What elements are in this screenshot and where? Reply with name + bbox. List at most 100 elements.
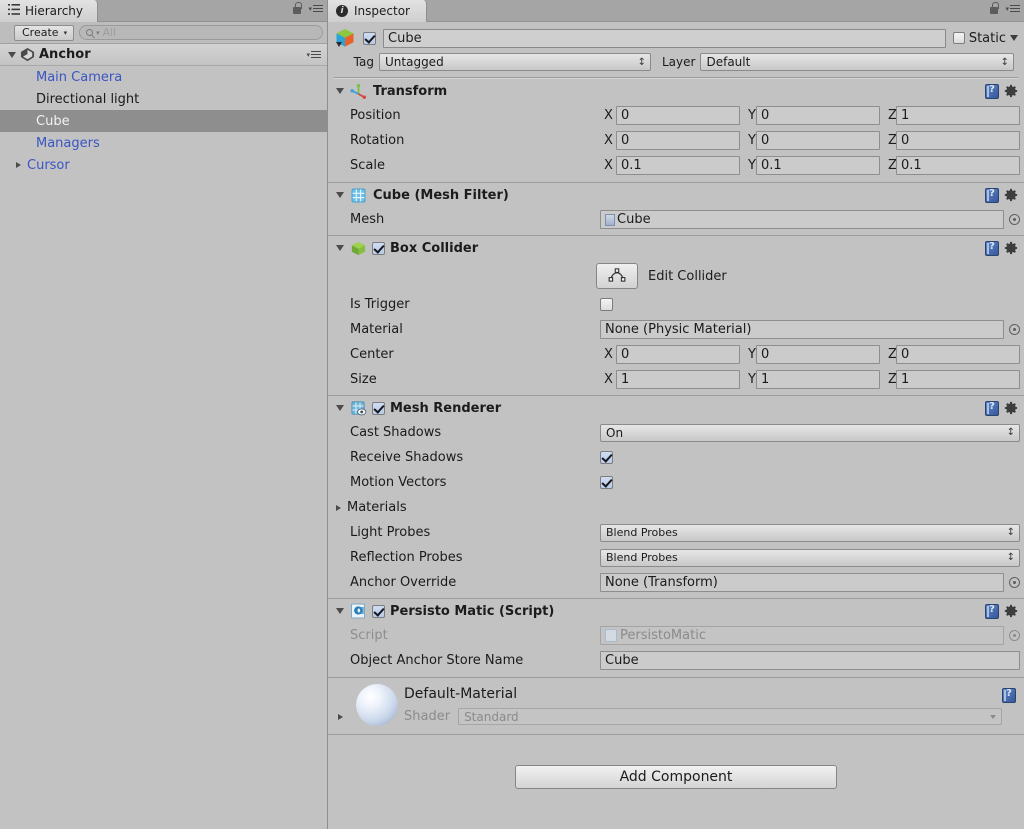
create-button[interactable]: Create ▾ — [14, 24, 75, 41]
search-placeholder: All — [102, 26, 117, 39]
help-book-icon[interactable] — [985, 400, 999, 416]
object-picker-dot-icon[interactable] — [1009, 577, 1020, 588]
hierarchy-root-anchor[interactable]: Anchor ▾ — [0, 44, 327, 66]
hierarchy-item-managers[interactable]: Managers — [0, 132, 327, 154]
foldout-expanded-icon[interactable] — [336, 88, 344, 94]
gameobject-tag-layer-row: Tag Untagged Layer Default — [334, 52, 1018, 72]
gear-icon[interactable] — [1004, 604, 1018, 618]
receive-shadows-checkbox[interactable] — [600, 451, 613, 464]
lock-icon[interactable] — [989, 2, 999, 15]
gear-icon[interactable] — [1004, 84, 1018, 98]
physic-material-object-field[interactable]: None (Physic Material) — [600, 320, 1004, 339]
size-x-input[interactable]: 1 — [616, 370, 740, 389]
foldout-collapsed-icon[interactable] — [16, 162, 21, 168]
transform-position-row: Position X 0 Y 0 Z 1 — [328, 103, 1024, 128]
chevron-down-icon: ▾ — [63, 28, 68, 37]
tab-hierarchy[interactable]: Hierarchy — [0, 0, 99, 22]
value: None (Transform) — [605, 575, 718, 590]
gear-icon[interactable] — [1004, 401, 1018, 415]
scale-x-input[interactable]: 0.1 — [616, 156, 740, 175]
foldout-expanded-icon[interactable] — [336, 608, 344, 614]
object-anchor-store-name-input[interactable]: Cube — [600, 651, 1020, 670]
hierarchy-root-menu-icon[interactable]: ▾ — [306, 49, 321, 60]
component-box-collider-header[interactable]: Box Collider — [328, 236, 1024, 260]
reflection-probes-dropdown[interactable]: Blend Probes — [600, 548, 1020, 567]
position-z-input[interactable]: 1 — [896, 106, 1020, 125]
hierarchy-item-cube[interactable]: Cube — [0, 110, 327, 132]
static-dropdown-icon[interactable] — [1010, 35, 1018, 41]
component-transform-header[interactable]: Transform — [328, 79, 1024, 103]
layer-dropdown[interactable]: Default — [700, 53, 1014, 71]
unity-editor-window: Hierarchy ▾ Create ▾ ▾ All Anchor ▾ Main… — [0, 0, 1024, 829]
rotation-z-input[interactable]: 0 — [896, 131, 1020, 150]
object-field-wrap: Cube — [600, 210, 1024, 229]
help-book-icon[interactable] — [985, 83, 999, 99]
material-foldout-collapsed-icon[interactable] — [338, 714, 343, 720]
gear-icon[interactable] — [1004, 241, 1018, 255]
component-title: Mesh Renderer — [390, 400, 502, 416]
shader-dropdown[interactable]: Standard — [458, 708, 1002, 725]
help-book-icon[interactable] — [985, 187, 999, 203]
mesh-object-field[interactable]: Cube — [600, 210, 1004, 229]
hierarchy-item-cursor[interactable]: Cursor — [0, 154, 327, 176]
foldout-expanded-icon[interactable] — [336, 405, 344, 411]
persisto-matic-enabled-checkbox[interactable] — [372, 604, 385, 618]
component-header-controls — [985, 240, 1018, 256]
position-x-input[interactable]: 0 — [616, 106, 740, 125]
static-checkbox[interactable] — [952, 32, 965, 44]
add-component-button[interactable]: Add Component — [515, 765, 837, 789]
gear-icon[interactable] — [1004, 188, 1018, 202]
motion-vectors-checkbox[interactable] — [600, 476, 613, 489]
center-x-input[interactable]: 0 — [616, 345, 740, 364]
panel-menu-icon[interactable]: ▾ — [308, 3, 323, 14]
foldout-expanded-icon[interactable] — [8, 51, 16, 58]
value: 0 — [761, 133, 770, 148]
help-book-icon[interactable] — [985, 240, 999, 256]
box-collider-enabled-checkbox[interactable] — [372, 241, 385, 255]
hierarchy-root-label: Anchor — [39, 47, 91, 62]
object-picker-dot-icon[interactable] — [1009, 324, 1020, 335]
rotation-x-input[interactable]: 0 — [616, 131, 740, 150]
materials-foldout-row[interactable]: Materials — [328, 495, 1024, 520]
is-trigger-checkbox[interactable] — [600, 298, 613, 311]
light-probes-dropdown[interactable]: Blend Probes — [600, 523, 1020, 542]
cast-shadows-dropdown[interactable]: On — [600, 423, 1020, 442]
panel-menu-icon[interactable]: ▾ — [1005, 3, 1020, 14]
cs-script-chip-icon — [605, 629, 617, 642]
row-label: Object Anchor Store Name — [350, 653, 524, 668]
foldout-expanded-icon[interactable] — [336, 245, 344, 251]
tag-dropdown[interactable]: Untagged — [379, 53, 651, 71]
foldout-expanded-icon[interactable] — [336, 192, 344, 198]
rotation-y-input[interactable]: 0 — [756, 131, 880, 150]
component-mesh-filter-header[interactable]: Cube (Mesh Filter) — [328, 183, 1024, 207]
anchor-override-object-field[interactable]: None (Transform) — [600, 573, 1004, 592]
axis-y-label: Y — [748, 372, 756, 387]
foldout-collapsed-icon[interactable] — [336, 504, 341, 511]
center-z-input[interactable]: 0 — [896, 345, 1020, 364]
gameobject-enabled-checkbox[interactable] — [363, 31, 376, 45]
transform-scale-row: Scale X 0.1 Y 0.1 Z 0.1 — [328, 153, 1024, 178]
size-z-input[interactable]: 1 — [896, 370, 1020, 389]
gameobject-name-field[interactable]: Cube — [383, 28, 946, 48]
object-picker-dot-icon[interactable] — [1009, 214, 1020, 225]
component-mesh-renderer-header[interactable]: Mesh Renderer — [328, 396, 1024, 420]
tab-inspector[interactable]: i Inspector — [328, 0, 427, 22]
scale-y-input[interactable]: 0.1 — [756, 156, 880, 175]
mesh-renderer-enabled-checkbox[interactable] — [372, 401, 385, 415]
component-persisto-matic-header[interactable]: Persisto Matic (Script) — [328, 599, 1024, 623]
edit-collider-button[interactable] — [596, 263, 638, 289]
size-y-input[interactable]: 1 — [756, 370, 880, 389]
tab-inspector-label: Inspector — [354, 4, 410, 18]
static-toggle[interactable]: Static — [952, 31, 1018, 46]
row-label: Is Trigger — [350, 297, 410, 312]
hierarchy-item-main-camera[interactable]: Main Camera — [0, 66, 327, 88]
hierarchy-item-label: Cursor — [27, 157, 70, 173]
hierarchy-item-directional-light[interactable]: Directional light — [0, 88, 327, 110]
center-y-input[interactable]: 0 — [756, 345, 880, 364]
help-book-icon[interactable] — [985, 603, 999, 619]
lock-icon[interactable] — [292, 2, 302, 15]
search-input[interactable]: ▾ All — [79, 25, 323, 40]
help-book-icon[interactable] — [1002, 688, 1016, 703]
position-y-input[interactable]: 0 — [756, 106, 880, 125]
scale-z-input[interactable]: 0.1 — [896, 156, 1020, 175]
